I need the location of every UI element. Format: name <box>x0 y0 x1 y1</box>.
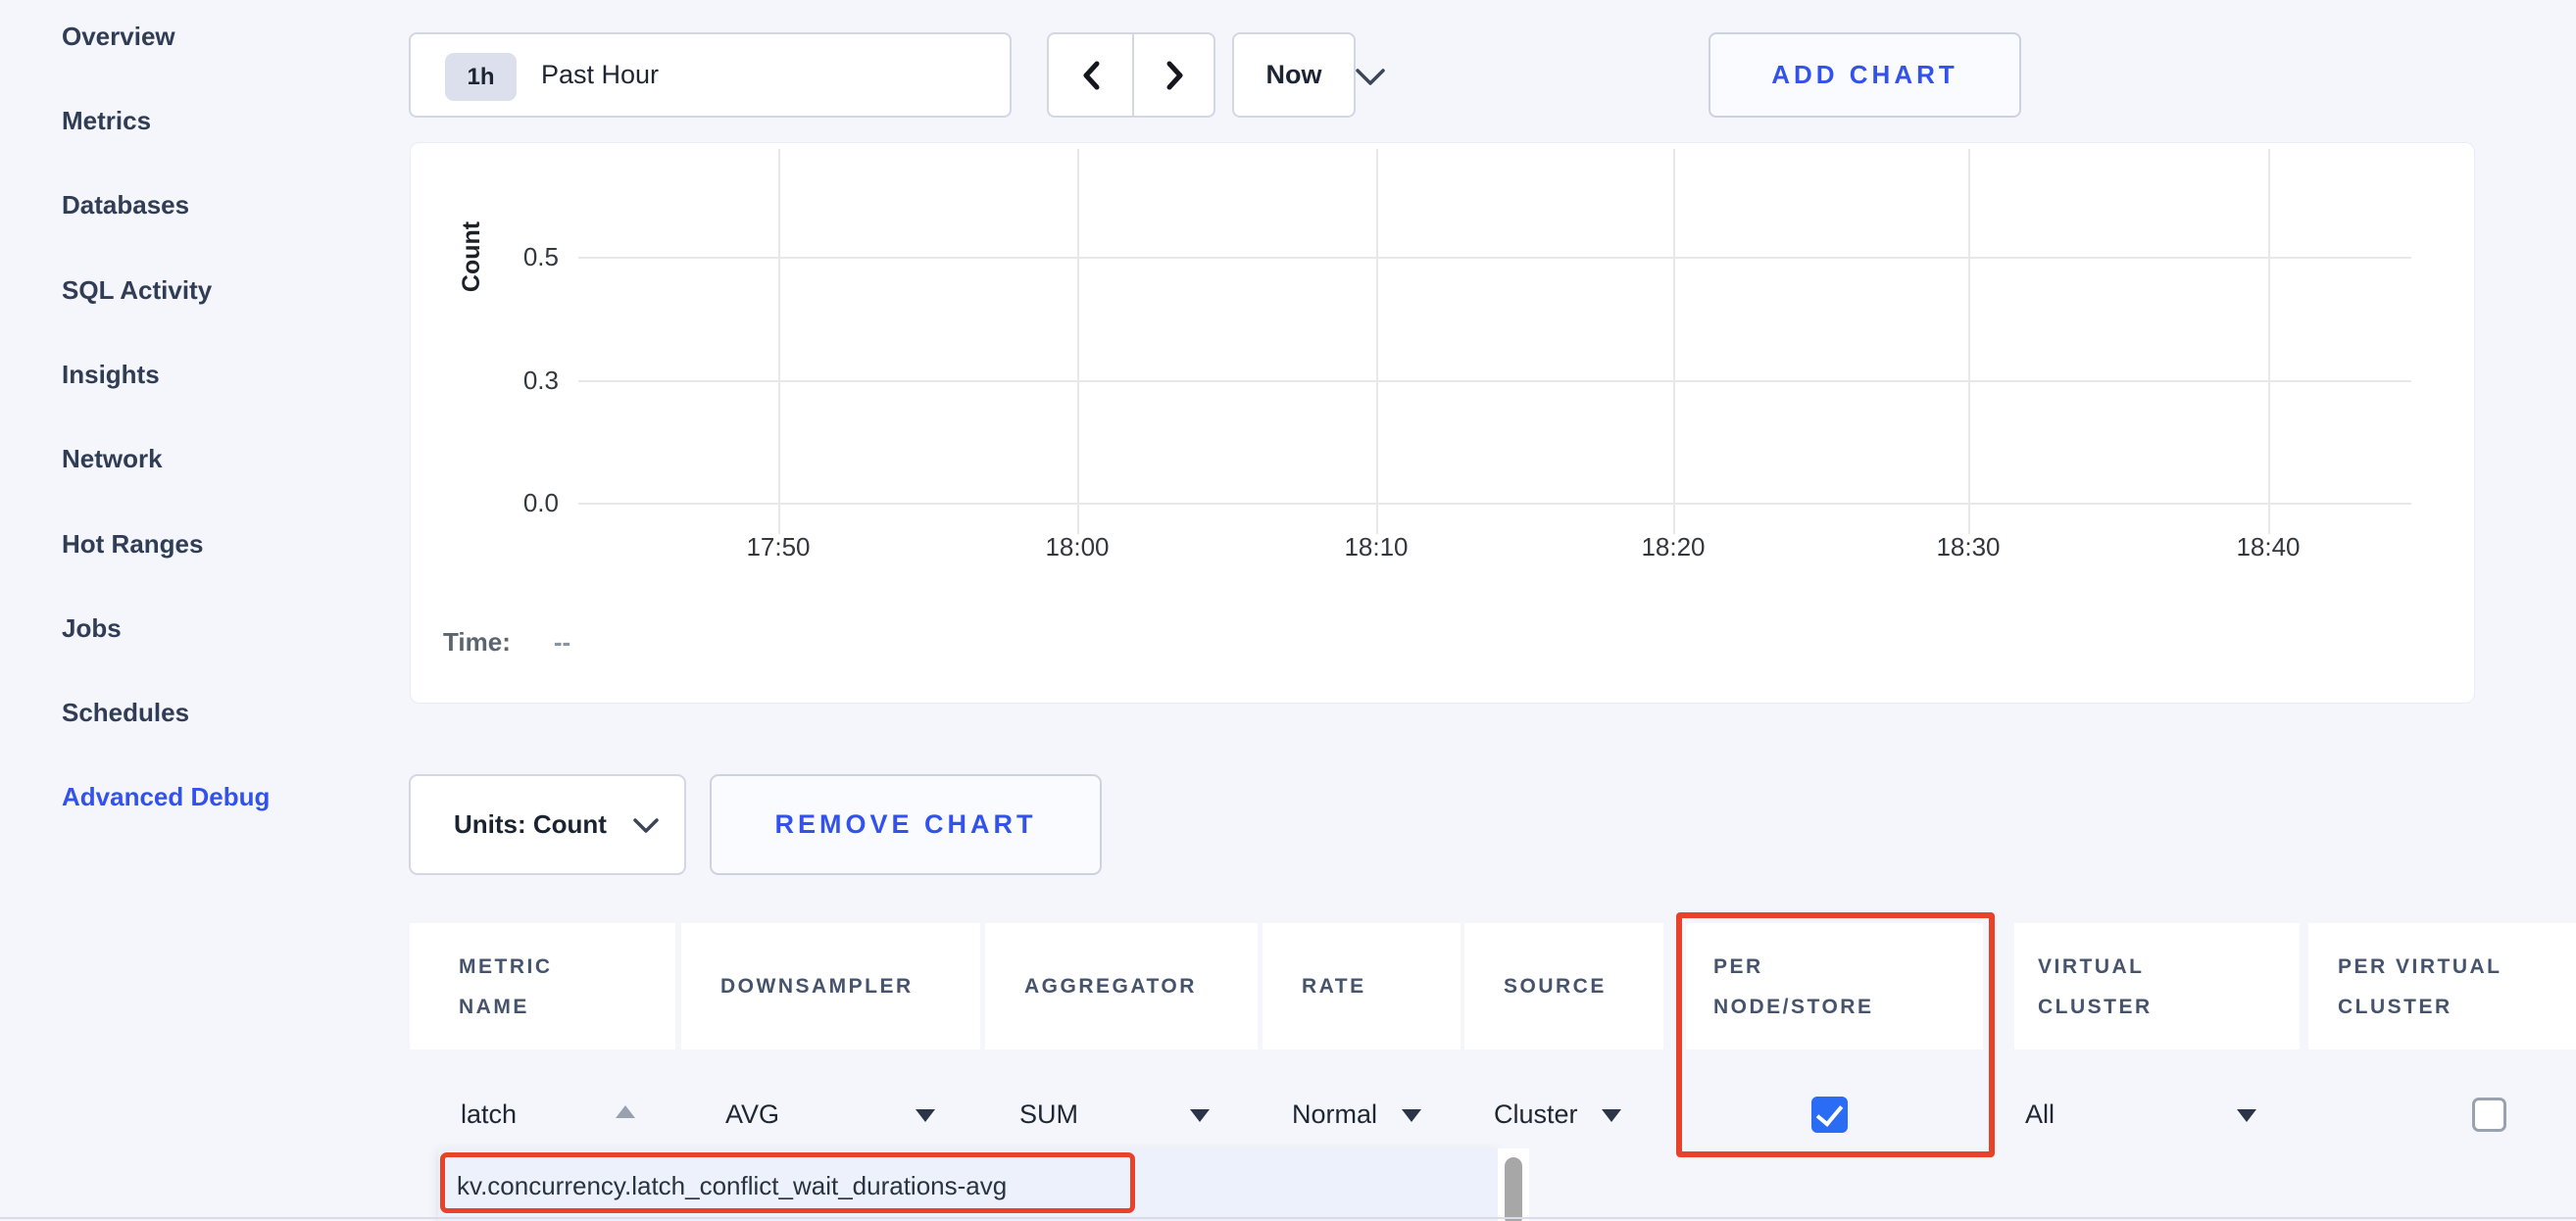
sidebar-item-schedules[interactable]: Schedules <box>62 695 189 730</box>
sidebar-item-insights[interactable]: Insights <box>62 357 160 392</box>
x-tick-label: 18:00 <box>1009 529 1146 564</box>
add-chart-button[interactable]: ADD CHART <box>1709 32 2021 118</box>
aggregator-select[interactable]: SUM <box>1019 1097 1078 1132</box>
time-range-badge: 1h <box>445 53 517 101</box>
remove-chart-button[interactable]: REMOVE CHART <box>710 774 1102 875</box>
time-forward-button[interactable] <box>1134 34 1215 116</box>
chevron-left-icon <box>1078 59 1104 92</box>
x-tick-label: 18:10 <box>1308 529 1445 564</box>
gridline <box>578 380 2411 382</box>
column-header-aggregator: AGGREGATOR <box>985 923 1258 1050</box>
time-range-label: Past Hour <box>541 34 659 116</box>
gridline <box>1968 149 1970 534</box>
x-tick-label: 18:40 <box>2200 529 2337 564</box>
sidebar-item-overview[interactable]: Overview <box>62 19 175 54</box>
gridline <box>578 503 2411 505</box>
divider <box>0 1217 2576 1219</box>
units-select[interactable]: Units: Count <box>409 774 686 875</box>
sidebar-item-sql-activity[interactable]: SQL Activity <box>62 272 212 308</box>
gridline <box>778 149 780 534</box>
time-label: Time: <box>443 627 511 657</box>
advanced-debug-custom-chart-page: Overview Metrics Databases SQL Activity … <box>0 0 2576 1221</box>
caret-down-icon <box>1402 1109 1421 1122</box>
chart-card <box>410 142 2475 704</box>
checkmark-icon <box>1816 1099 1844 1127</box>
metric-name-input[interactable]: latch <box>461 1097 608 1132</box>
metric-suggestion-item[interactable]: kv.concurrency.latch_conflict_wait_durat… <box>457 1168 1007 1203</box>
rate-select[interactable]: Normal <box>1292 1097 1377 1132</box>
column-header-rate: RATE <box>1263 923 1461 1050</box>
chevron-down-icon <box>1354 67 1387 88</box>
column-header-per-node-store: PERNODE/STORE <box>1686 923 1983 1050</box>
caret-down-icon <box>1190 1109 1210 1122</box>
virtual-cluster-select[interactable]: All <box>2025 1097 2055 1132</box>
gridline <box>2268 149 2270 534</box>
column-header-per-virtual-cluster: PER VIRTUALCLUSTER <box>2308 923 2576 1050</box>
dropdown-scrollbar-thumb[interactable] <box>1505 1157 1522 1221</box>
gridline <box>1673 149 1675 534</box>
time-step-group <box>1047 32 1215 118</box>
column-header-virtual-cluster: VIRTUALCLUSTER <box>2014 923 2300 1050</box>
caret-down-icon <box>916 1109 935 1122</box>
x-tick-label: 18:30 <box>1900 529 2037 564</box>
column-header-source: SOURCE <box>1464 923 1663 1050</box>
sidebar-item-network[interactable]: Network <box>62 441 163 476</box>
gridline <box>578 257 2411 259</box>
time-value: -- <box>554 627 570 657</box>
downsampler-select[interactable]: AVG <box>725 1097 779 1132</box>
column-header-downsampler: DOWNSAMPLER <box>681 923 980 1050</box>
time-back-button[interactable] <box>1049 34 1134 116</box>
sidebar-item-metrics[interactable]: Metrics <box>62 103 151 138</box>
y-tick-label: 0.3 <box>461 363 559 398</box>
per-node-store-checkbox[interactable] <box>1811 1097 1848 1133</box>
chevron-down-icon <box>632 817 660 835</box>
units-select-label: Units: Count <box>454 776 607 873</box>
sidebar-item-advanced-debug[interactable]: Advanced Debug <box>62 779 270 814</box>
source-select[interactable]: Cluster <box>1494 1097 1578 1132</box>
chart-hover-time: Time: -- <box>443 627 570 658</box>
now-button-label: Now <box>1234 34 1354 116</box>
caret-down-icon <box>2237 1109 2256 1122</box>
caret-down-icon <box>1602 1109 1621 1122</box>
gridline <box>1077 149 1079 534</box>
sidebar-item-hot-ranges[interactable]: Hot Ranges <box>62 526 203 562</box>
chevron-right-icon <box>1163 59 1188 92</box>
gridline <box>1376 149 1378 534</box>
sidebar-item-jobs[interactable]: Jobs <box>62 610 122 646</box>
per-virtual-cluster-checkbox[interactable] <box>2472 1098 2506 1132</box>
sort-caret-up-icon <box>616 1105 635 1118</box>
time-range-select[interactable]: 1h Past Hour <box>409 32 1012 118</box>
x-tick-label: 18:20 <box>1605 529 1742 564</box>
x-tick-label: 17:50 <box>710 529 847 564</box>
column-header-metric-name: METRICNAME <box>410 923 675 1050</box>
y-tick-label: 0.0 <box>461 485 559 520</box>
y-tick-label: 0.5 <box>461 239 559 274</box>
sidebar-item-databases[interactable]: Databases <box>62 187 189 222</box>
now-button[interactable]: Now <box>1232 32 1356 118</box>
